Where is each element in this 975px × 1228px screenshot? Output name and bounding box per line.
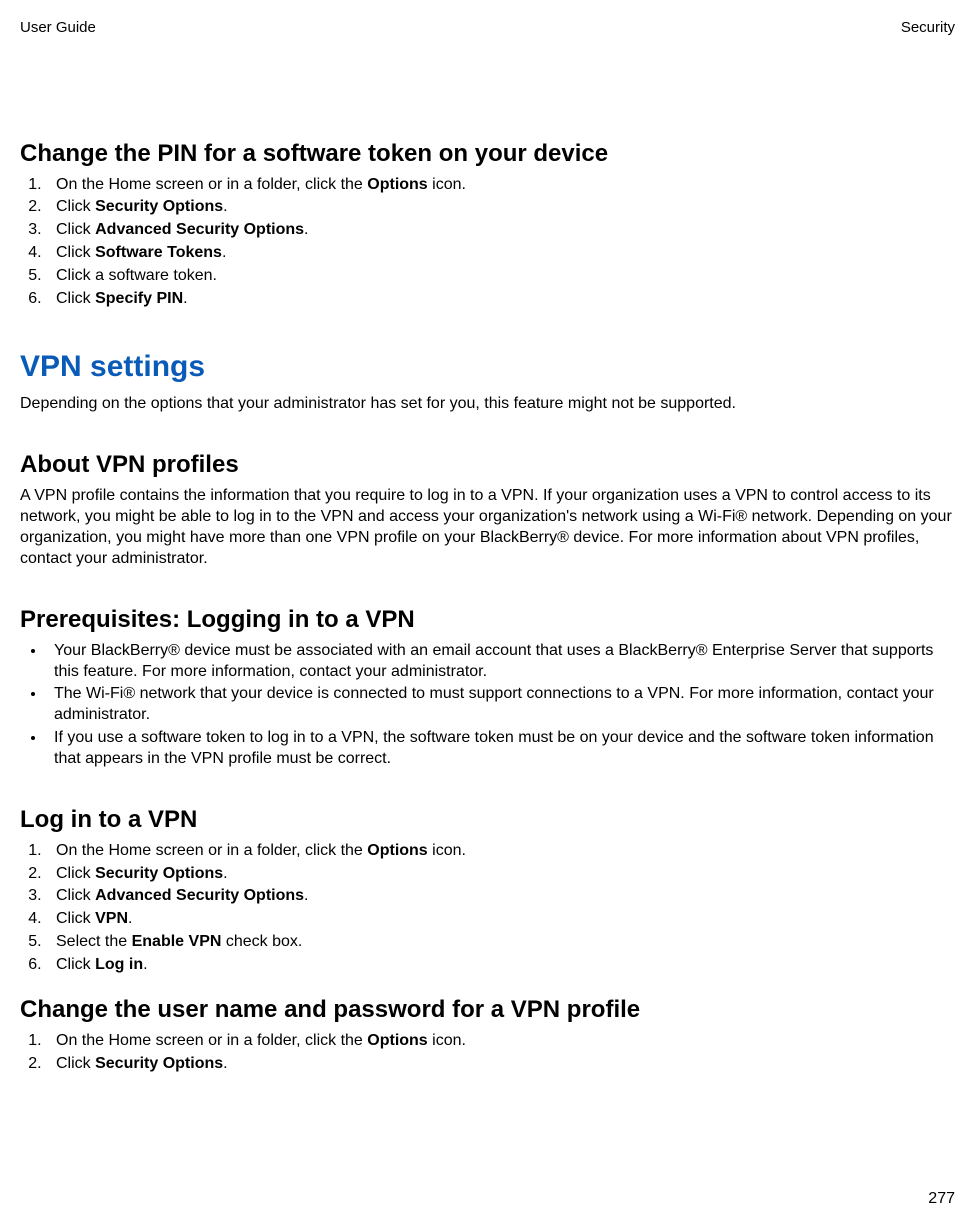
step-item: Click Log in. xyxy=(46,955,955,976)
step-text: On the Home screen or in a folder, click… xyxy=(56,842,367,859)
step-bold: Options xyxy=(367,176,427,193)
page: User Guide Security Change the PIN for a… xyxy=(0,0,975,1228)
step-item: Select the Enable VPN check box. xyxy=(46,932,955,953)
step-text: . xyxy=(223,198,227,215)
bullet-item: The Wi-Fi® network that your device is c… xyxy=(46,684,955,726)
page-content: Change the PIN for a software token on y… xyxy=(20,138,955,1075)
step-text: Click xyxy=(56,244,95,261)
about-vpn-body: A VPN profile contains the information t… xyxy=(20,486,955,569)
step-item: Click Security Options. xyxy=(46,1054,955,1075)
step-item: Click Specify PIN. xyxy=(46,289,955,310)
step-text: check box. xyxy=(221,933,302,950)
heading-login-vpn: Log in to a VPN xyxy=(20,804,955,835)
heading-vpn-settings: VPN settings xyxy=(20,347,955,386)
step-text: . xyxy=(183,290,187,307)
step-item: On the Home screen or in a folder, click… xyxy=(46,841,955,862)
step-bold: Advanced Security Options xyxy=(95,887,304,904)
header-right: Security xyxy=(901,18,955,38)
bullet-item: If you use a software token to log in to… xyxy=(46,728,955,770)
step-bold: Security Options xyxy=(95,865,223,882)
step-item: On the Home screen or in a folder, click… xyxy=(46,175,955,196)
step-text: Click xyxy=(56,221,95,238)
step-bold: Options xyxy=(367,1032,427,1049)
step-text: On the Home screen or in a folder, click… xyxy=(56,1032,367,1049)
header-left: User Guide xyxy=(20,18,96,38)
step-item: Click Advanced Security Options. xyxy=(46,220,955,241)
step-item: Click Security Options. xyxy=(46,864,955,885)
step-text: Click xyxy=(56,198,95,215)
page-header: User Guide Security xyxy=(20,18,955,38)
step-bold: Security Options xyxy=(95,1055,223,1072)
heading-about-vpn: About VPN profiles xyxy=(20,449,955,480)
step-bold: Software Tokens xyxy=(95,244,222,261)
step-item: Click a software token. xyxy=(46,266,955,287)
step-item: Click VPN. xyxy=(46,909,955,930)
step-text: icon. xyxy=(428,176,466,193)
step-text: Click xyxy=(56,956,95,973)
step-item: Click Software Tokens. xyxy=(46,243,955,264)
step-text: Click xyxy=(56,887,95,904)
step-text: Click xyxy=(56,290,95,307)
page-number: 277 xyxy=(928,1189,955,1210)
step-text: . xyxy=(222,244,226,261)
step-item: On the Home screen or in a folder, click… xyxy=(46,1031,955,1052)
step-bold: Enable VPN xyxy=(132,933,222,950)
step-text: . xyxy=(128,910,132,927)
step-text: icon. xyxy=(428,842,466,859)
step-text: . xyxy=(143,956,147,973)
step-text: . xyxy=(223,865,227,882)
vpn-settings-intro: Depending on the options that your admin… xyxy=(20,394,955,415)
steps-login-vpn: On the Home screen or in a folder, click… xyxy=(20,841,955,976)
step-text: Click xyxy=(56,1055,95,1072)
step-text: Click a software token. xyxy=(56,267,217,284)
bullet-item: Your BlackBerry® device must be associat… xyxy=(46,641,955,683)
step-text: . xyxy=(223,1055,227,1072)
step-item: Click Advanced Security Options. xyxy=(46,886,955,907)
step-text: Click xyxy=(56,910,95,927)
step-bold: Options xyxy=(367,842,427,859)
heading-change-user: Change the user name and password for a … xyxy=(20,994,955,1025)
step-text: Click xyxy=(56,865,95,882)
bullets-prerequisites: Your BlackBerry® device must be associat… xyxy=(20,641,955,770)
step-bold: Advanced Security Options xyxy=(95,221,304,238)
step-bold: VPN xyxy=(95,910,128,927)
heading-prerequisites: Prerequisites: Logging in to a VPN xyxy=(20,604,955,635)
step-text: . xyxy=(304,887,308,904)
step-bold: Log in xyxy=(95,956,143,973)
step-text: On the Home screen or in a folder, click… xyxy=(56,176,367,193)
step-bold: Security Options xyxy=(95,198,223,215)
heading-change-pin: Change the PIN for a software token on y… xyxy=(20,138,955,169)
step-text: icon. xyxy=(428,1032,466,1049)
steps-change-pin: On the Home screen or in a folder, click… xyxy=(20,175,955,310)
steps-change-user: On the Home screen or in a folder, click… xyxy=(20,1031,955,1075)
step-text: Select the xyxy=(56,933,132,950)
step-item: Click Security Options. xyxy=(46,197,955,218)
step-bold: Specify PIN xyxy=(95,290,183,307)
step-text: . xyxy=(304,221,308,238)
